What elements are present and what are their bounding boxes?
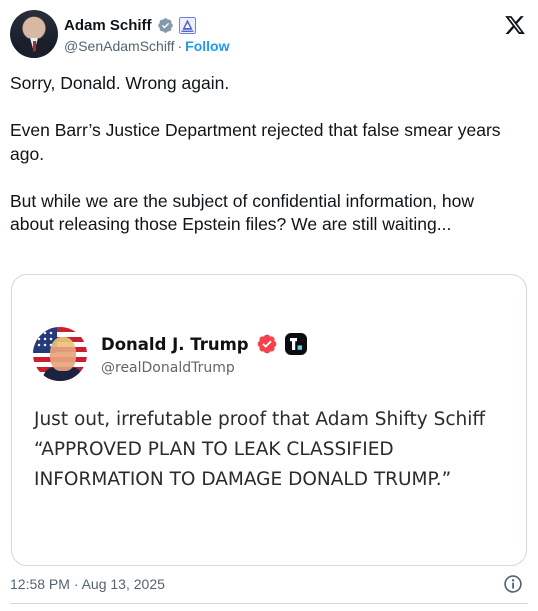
government-badge-icon[interactable] xyxy=(178,16,196,34)
quoted-post-card[interactable]: Donald J. Trump @realDonaldTrump Just ou… xyxy=(11,274,527,566)
tweet-paragraph: Sorry, Donald. Wrong again. xyxy=(10,73,230,93)
quoted-handle: @realDonaldTrump xyxy=(101,360,235,376)
author-handle[interactable]: @SenAdamSchiff xyxy=(64,38,174,54)
follow-button[interactable]: Follow xyxy=(185,38,229,54)
separator: · xyxy=(177,38,183,54)
x-logo-icon[interactable] xyxy=(504,14,526,36)
tweet-paragraph: Even Barr’s Justice Department rejected … xyxy=(10,120,501,164)
truth-social-icon xyxy=(284,333,307,355)
tweet-footer: 12:58 PM · Aug 13, 2025 xyxy=(10,572,528,596)
tweet-text: Sorry, Donald. Wrong again. Even Barr’s … xyxy=(10,72,520,237)
info-icon[interactable] xyxy=(503,574,523,594)
quoted-author-avatar xyxy=(33,327,87,381)
author-handle-row: @SenAdamSchiff · Follow xyxy=(64,36,229,56)
tweet-card: Adam Schiff @SenAdamSchiff · Follow Sorr… xyxy=(0,0,538,611)
verified-badge-icon[interactable] xyxy=(157,17,174,34)
author-display-name[interactable]: Adam Schiff xyxy=(64,17,152,34)
quoted-text: Just out, irrefutable proof that Adam Sh… xyxy=(34,409,486,490)
timestamp[interactable]: 12:58 PM · Aug 13, 2025 xyxy=(10,576,165,592)
tweet-paragraph: But while we are the subject of confiden… xyxy=(10,190,475,235)
author-avatar[interactable] xyxy=(10,10,58,58)
quoted-display-name: Donald J. Trump xyxy=(101,334,249,354)
author-name-row: Adam Schiff xyxy=(64,14,196,36)
tweet-header: Adam Schiff @SenAdamSchiff · Follow xyxy=(10,10,528,60)
truth-verified-icon xyxy=(256,333,278,355)
quoted-name-row: Donald J. Trump xyxy=(101,331,307,357)
bottom-divider xyxy=(10,603,528,604)
